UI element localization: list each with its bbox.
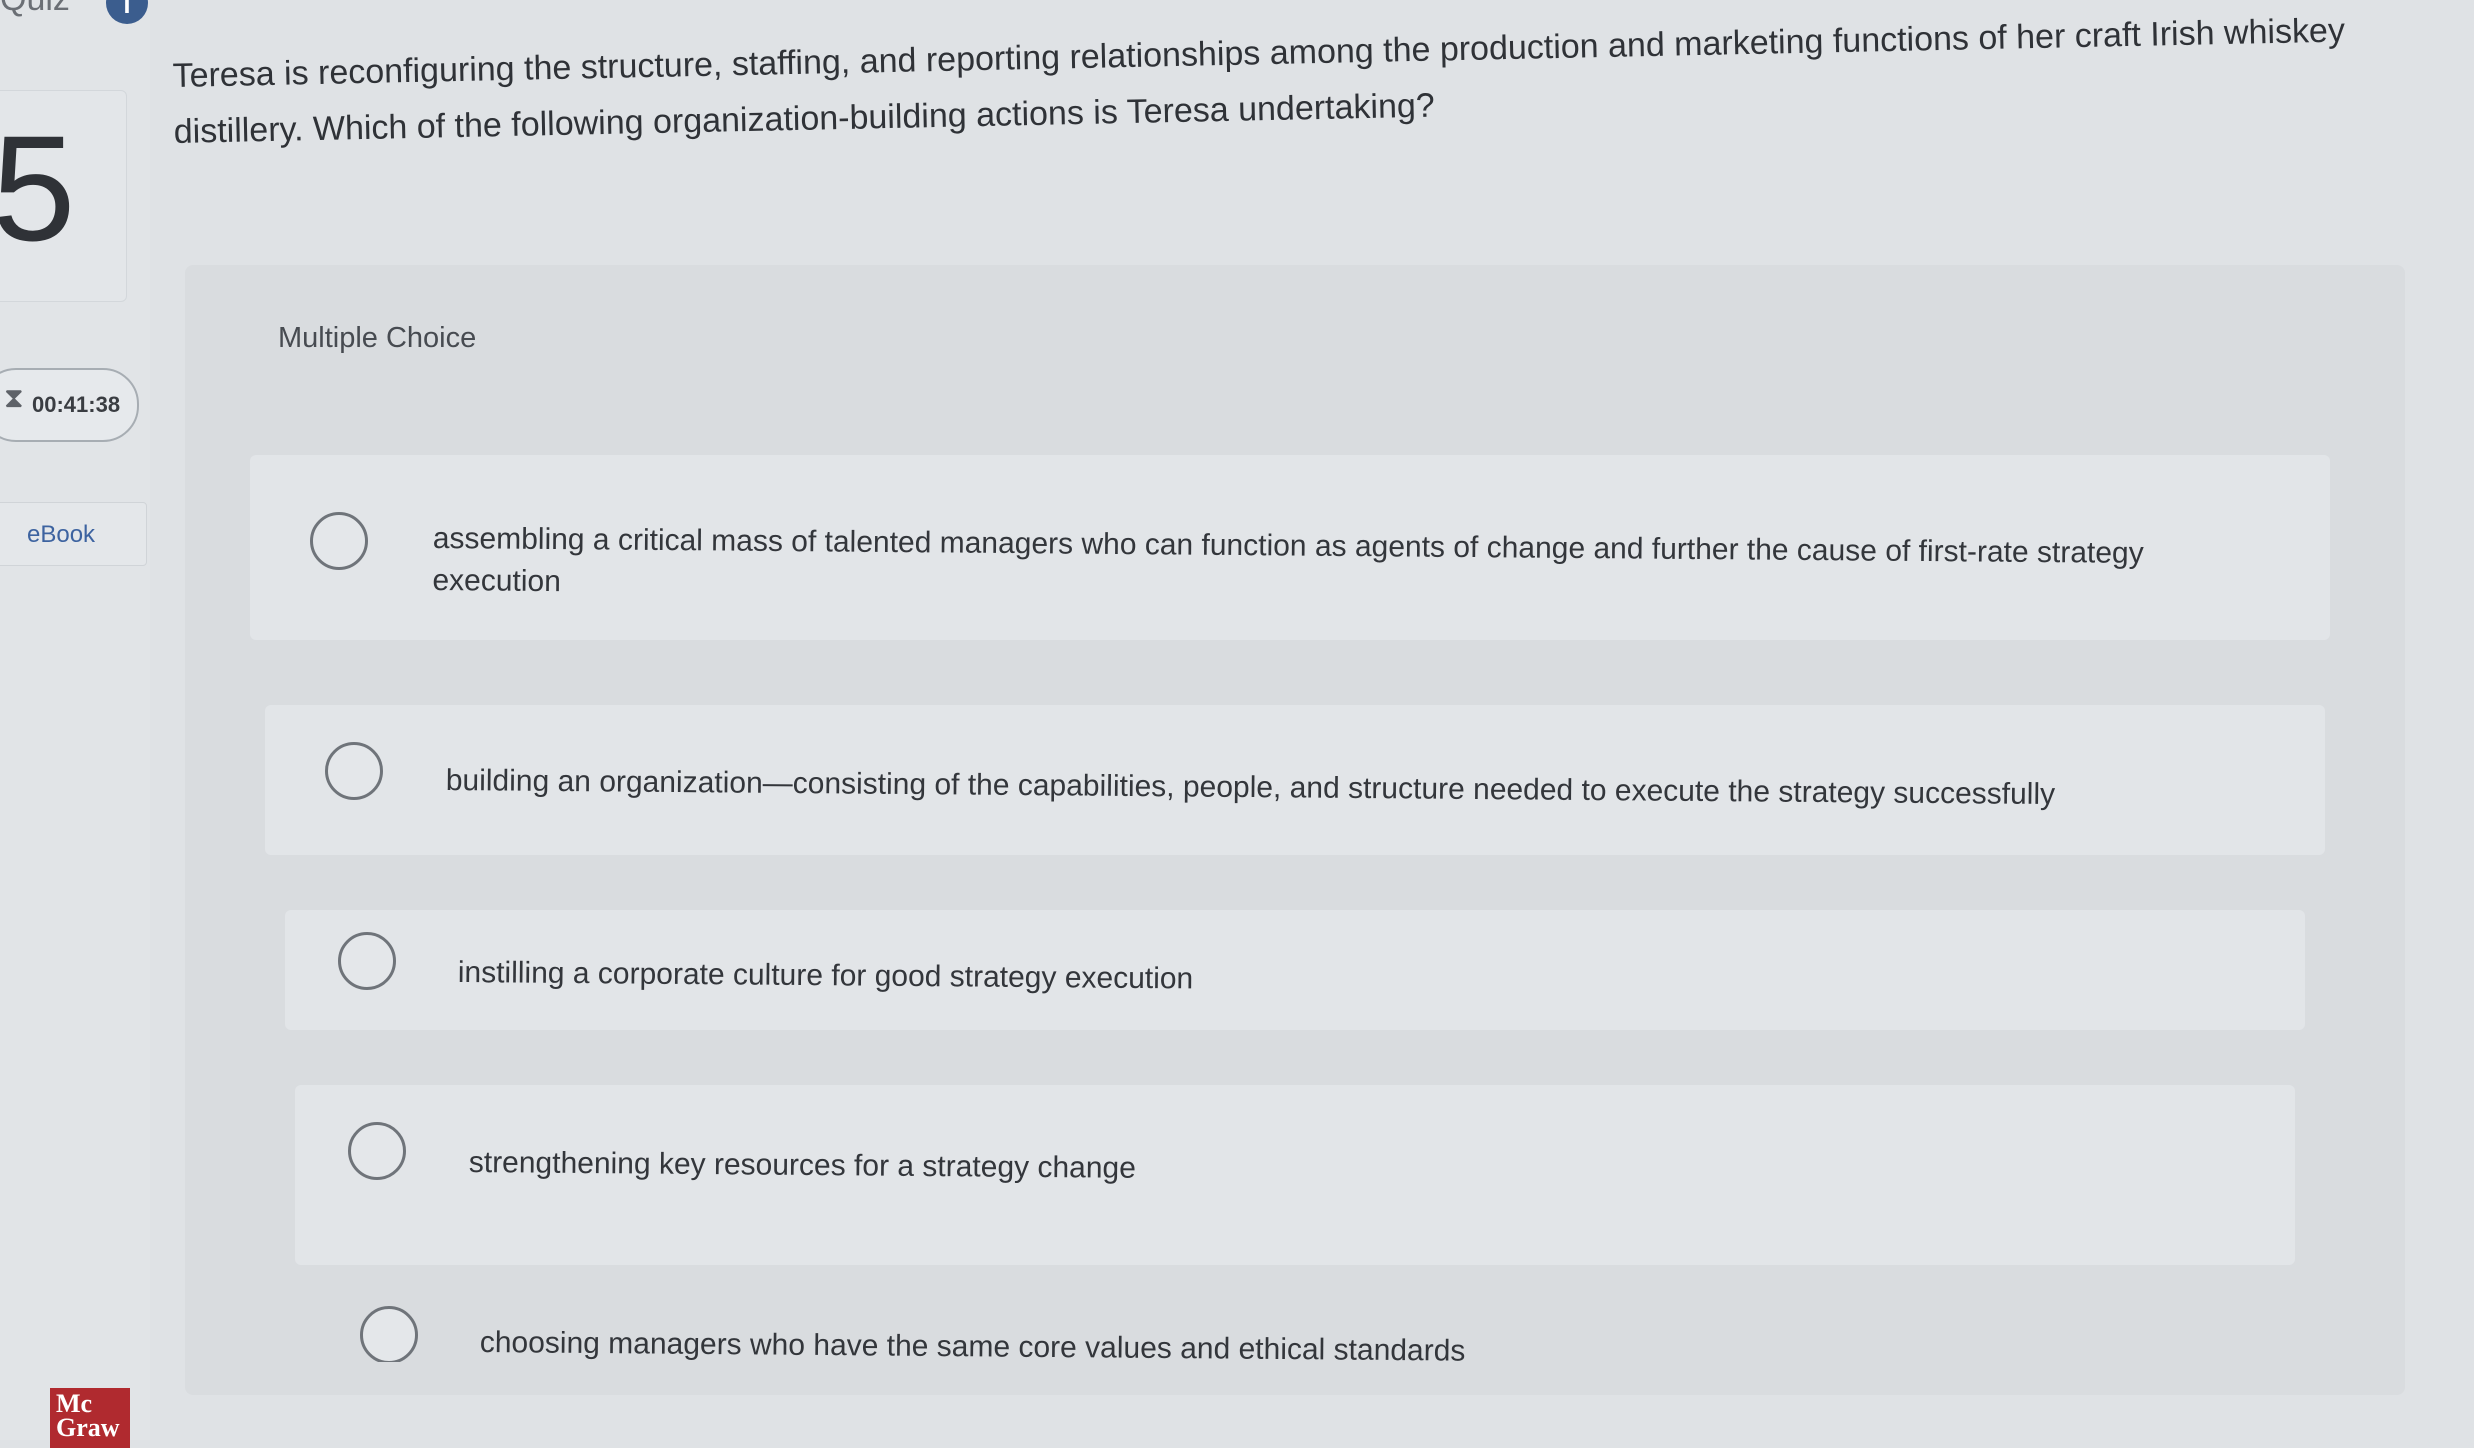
timer[interactable]: ⧗ 00:41:38 bbox=[0, 368, 139, 442]
radio-button[interactable] bbox=[310, 512, 368, 570]
answer-option[interactable]: choosing managers who have the same core… bbox=[300, 1300, 2300, 1362]
radio-button[interactable] bbox=[348, 1122, 406, 1180]
radio-button[interactable] bbox=[325, 742, 383, 800]
logo-line-2: Graw bbox=[56, 1413, 120, 1442]
radio-button[interactable] bbox=[338, 932, 396, 990]
ebook-label: eBook bbox=[27, 521, 96, 548]
question-number: 5 bbox=[0, 104, 76, 272]
radio-button[interactable] bbox=[360, 1306, 418, 1362]
answer-option-text: assembling a critical mass of talented m… bbox=[432, 521, 2144, 599]
question-type-label: Multiple Choice bbox=[278, 322, 477, 354]
mcgraw-logo: Mc Graw bbox=[50, 1388, 130, 1448]
ebook-button[interactable]: eBook bbox=[0, 502, 147, 566]
answer-option-text: choosing managers who have the same core… bbox=[479, 1325, 1466, 1362]
hourglass-icon: ⧗ bbox=[4, 382, 24, 413]
question-text: Teresa is reconfiguring the structure, s… bbox=[172, 11, 2346, 151]
quiz-title: Quiz bbox=[0, 0, 70, 19]
timer-value: 00:41:38 bbox=[32, 392, 121, 417]
